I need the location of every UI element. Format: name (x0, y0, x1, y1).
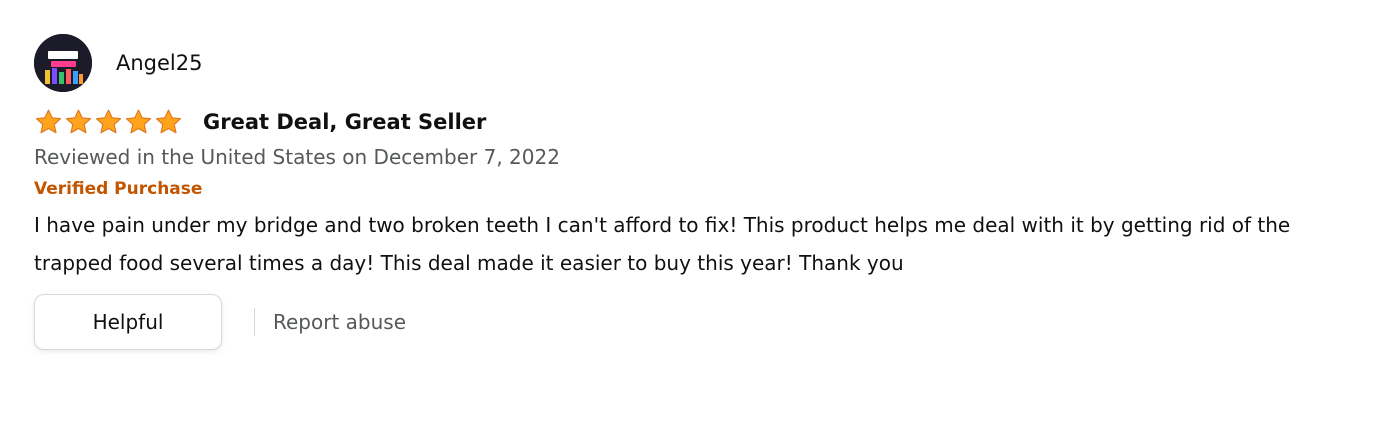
star-icon (124, 108, 153, 136)
report-abuse-link[interactable]: Report abuse (273, 310, 406, 334)
star-icon (64, 108, 93, 136)
review-body: I have pain under my bridge and two brok… (34, 213, 1291, 276)
review-card: Angel25 Great Deal, Great Seller Reviewe… (34, 34, 1364, 351)
reviewer-profile[interactable]: Angel25 (34, 34, 1364, 92)
avatar-icon[interactable] (34, 34, 92, 92)
action-divider (254, 308, 255, 337)
reviewer-name[interactable]: Angel25 (116, 52, 202, 74)
review-date: Reviewed in the United States on Decembe… (34, 145, 560, 169)
review-title[interactable]: Great Deal, Great Seller (203, 111, 486, 133)
star-icon (34, 108, 63, 136)
star-icon (154, 108, 183, 136)
star-rating[interactable] (34, 108, 183, 136)
helpful-button[interactable]: Helpful (34, 294, 222, 351)
review-actions: Helpful Report abuse (34, 294, 1364, 351)
verified-purchase-badge[interactable]: Verified Purchase (34, 178, 1364, 200)
review-title-row: Great Deal, Great Seller (34, 106, 1364, 138)
star-icon (94, 108, 123, 136)
